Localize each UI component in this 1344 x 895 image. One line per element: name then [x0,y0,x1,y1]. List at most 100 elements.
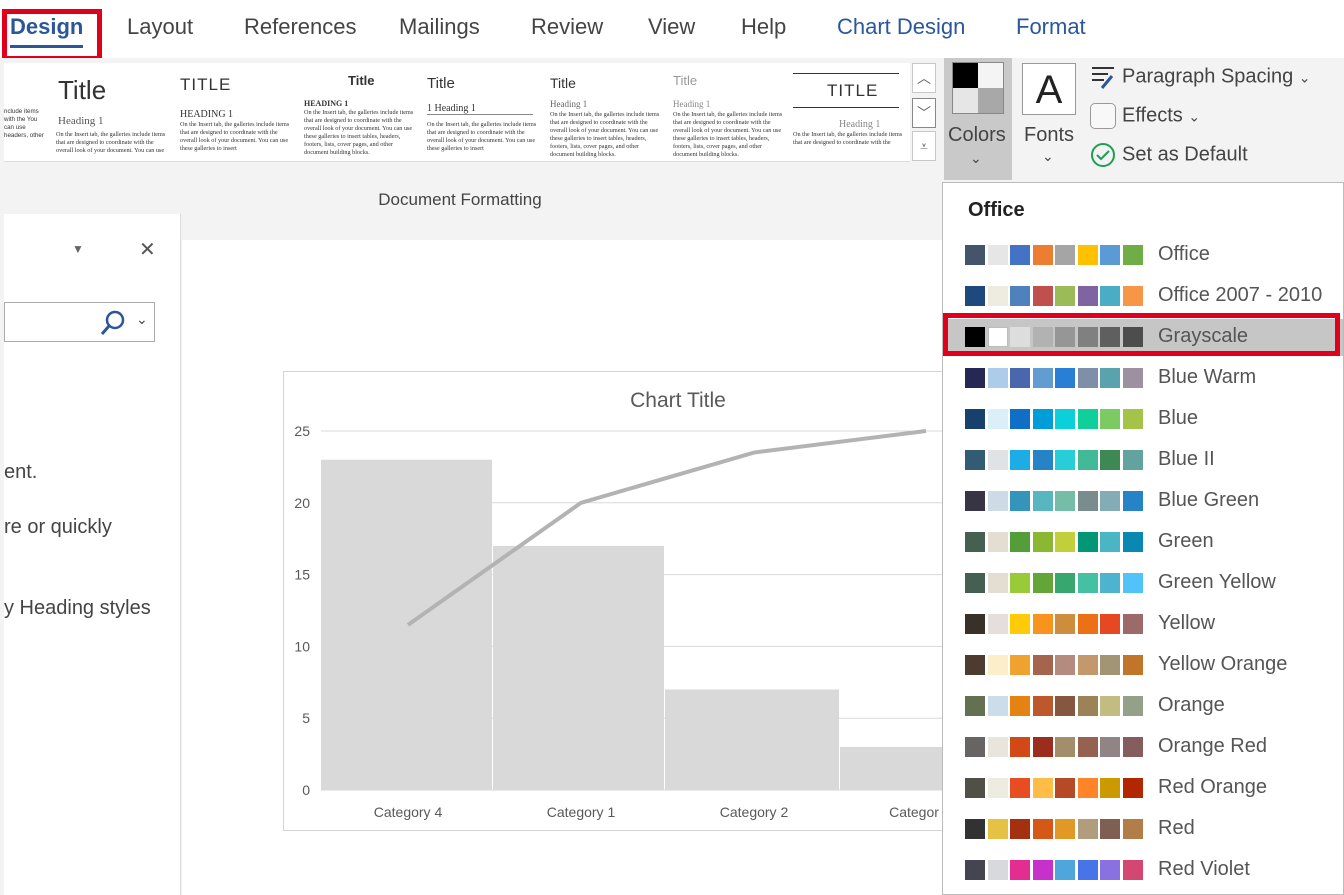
color-swatch [965,409,985,429]
theme-option-red-violet[interactable]: Red Violet [943,852,1343,889]
color-swatch [1077,409,1098,429]
color-swatch [1032,655,1053,675]
tab-view[interactable]: View [648,14,695,40]
color-swatch [1010,819,1030,839]
checkmark-circle-icon [1091,143,1115,167]
chart-bar[interactable] [493,545,664,790]
theme-option-blue-green[interactable]: Blue Green [943,483,1343,520]
gallery-more-button[interactable]: ⩡ [912,131,936,161]
style-set-thumbnail[interactable]: Title Heading 1 On the Insert tab, the gal… [669,63,787,161]
theme-option-green-yellow[interactable]: Green Yellow [943,565,1343,602]
theme-option-red-orange[interactable]: Red Orange [943,770,1343,807]
theme-option-blue-warm[interactable]: Blue Warm [943,360,1343,397]
color-swatch [1122,532,1143,552]
set-as-default-button[interactable]: Set as Default [1090,142,1248,168]
theme-option-red[interactable]: Red [943,811,1343,848]
theme-name: Yellow Orange [1158,653,1288,675]
color-swatch [1010,655,1030,675]
style-thumb-title: Title [550,75,576,91]
theme-option-orange-red[interactable]: Orange Red [943,729,1343,766]
tab-label: View [648,14,696,39]
theme-option-grayscale[interactable]: Grayscale [943,319,1343,356]
color-swatch [1122,245,1143,265]
style-set-gallery[interactable]: nclude items with the You can use header… [4,63,910,162]
chart-bar[interactable] [665,689,839,790]
tab-format[interactable]: Format [1016,14,1086,40]
color-swatch [987,819,1008,839]
color-swatch [1122,450,1143,470]
chevron-down-icon[interactable]: ⌄ [136,311,148,328]
chart-bar[interactable] [321,459,492,790]
tab-references[interactable]: References [244,14,357,40]
y-tick-label: 0 [302,782,310,798]
colors-button-label: Colors [948,124,1006,146]
color-swatch [1122,860,1143,880]
style-set-thumbnail[interactable]: Title Heading 1 On the Insert tab, the gal… [52,63,170,161]
tab-chart-design[interactable]: Chart Design [837,14,965,40]
theme-name: Office 2007 - 2010 [1158,284,1323,306]
color-swatch [987,368,1008,388]
color-swatch [1077,532,1098,552]
style-set-thumbnail[interactable]: Title 1 Heading 1 On the Insert tab, the g… [423,63,541,161]
color-swatch [1077,737,1098,757]
x-tick-label: Category 1 [547,804,616,820]
color-swatch [1122,491,1143,511]
effects-button[interactable]: Effects ⌄ [1090,103,1200,129]
style-set-thumbnail[interactable]: Title HEADING 1 On the Insert tab, the gal… [300,63,418,161]
theme-option-blue[interactable]: Blue [943,401,1343,438]
fonts-button-icon[interactable]: A [1022,63,1076,115]
style-thumb-heading: 1 Heading 1 [427,103,533,115]
tab-layout[interactable]: Layout [127,14,193,40]
theme-option-office[interactable]: Office [943,237,1343,274]
color-swatch [1055,245,1075,265]
tab-design[interactable]: Design [10,14,84,48]
gallery-scroll-up-button[interactable]: ︿ [912,63,936,93]
tab-help[interactable]: Help [741,14,786,40]
chart[interactable]: Chart Title 0 5 10 15 20 25 Category 4 Category … [283,371,944,831]
style-thumb-title: Title [58,75,107,105]
color-swatch [1010,737,1030,757]
theme-option-yellow[interactable]: Yellow [943,606,1343,643]
theme-option-green[interactable]: Green [943,524,1343,561]
style-thumb-title: Title [348,73,375,88]
color-swatch [987,286,1008,306]
active-tab-indicator [10,45,84,48]
color-swatch [987,778,1008,798]
paragraph-spacing-button[interactable]: Paragraph Spacing ⌄ [1090,64,1311,90]
theme-option-blue-ii[interactable]: Blue II [943,442,1343,479]
tab-review[interactable]: Review [531,14,603,40]
color-swatch [1010,614,1030,634]
style-thumb-title: Title [427,75,455,92]
close-icon[interactable]: ✕ [139,237,156,262]
style-set-thumbnail[interactable]: TITLE HEADING 1 On the Insert tab, the gal… [176,63,294,161]
theme-option-yellow-orange[interactable]: Yellow Orange [943,647,1343,684]
color-swatch [1122,737,1143,757]
theme-option-orange[interactable]: Orange [943,688,1343,725]
navpane-text-line: ent. [4,461,38,483]
style-thumb-heading: HEADING 1 [304,99,349,108]
color-swatch [1055,860,1075,880]
color-swatch [1122,368,1143,388]
y-tick-label: 25 [294,423,310,439]
theme-option-office-2007-2010[interactable]: Office 2007 - 2010 [943,278,1343,315]
color-swatch [1010,327,1030,347]
fonts-button-label[interactable]: Fonts [1024,124,1074,147]
pane-options-icon[interactable]: ▼ [72,242,84,256]
style-thumb-body: On the Insert tab, the galleries include… [793,131,903,146]
style-set-thumbnail[interactable]: TITLE Heading 1 On the Insert tab, the gal… [789,63,907,161]
chart-bar[interactable] [840,746,944,790]
theme-name: Red Orange [1158,776,1267,798]
theme-name: Green [1158,530,1214,552]
style-thumb-partial[interactable]: nclude items with the You can use header… [4,108,44,140]
style-set-thumbnail[interactable]: Title Heading 1 On the Insert tab, the gal… [546,63,664,161]
colors-button[interactable]: Colors ⌄ [944,58,1012,180]
tab-mailings[interactable]: Mailings [399,14,480,40]
gallery-scroll-down-button[interactable]: ﹀ [912,98,936,128]
style-thumb-heading: Heading 1 [839,119,881,130]
color-swatch [1122,655,1143,675]
color-swatch [1055,450,1075,470]
navigation-search-input[interactable]: ⌄ [4,302,155,342]
color-swatch [1122,614,1143,634]
color-swatch [1122,286,1143,306]
color-swatch [1055,778,1075,798]
